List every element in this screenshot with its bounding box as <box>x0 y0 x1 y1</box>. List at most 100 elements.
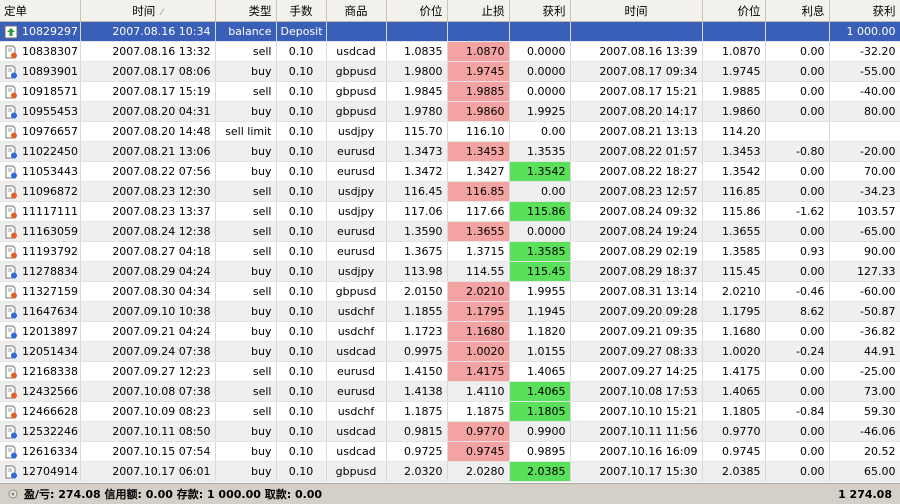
cell-close-time: 2007.10.10 15:21 <box>570 401 703 422</box>
cell-close-time: 2007.09.27 08:33 <box>570 341 703 362</box>
cell-swap: 0.00 <box>765 61 830 82</box>
cell-symbol: usdchf <box>326 401 387 422</box>
cell-swap: 8.62 <box>765 301 830 322</box>
table-row[interactable]: 12432566 2007.10.08 07:38 sell 0.10 eurusd 1.… <box>0 381 900 402</box>
column-header-close-time[interactable]: 时间 <box>570 0 703 22</box>
cell-symbol: usdcad <box>326 341 387 362</box>
footer-summary: 盈/亏: 274.08 信用额: 0.00 存款: 1 000.00 取款: 0… <box>24 488 323 501</box>
cell-stop-loss <box>447 21 510 42</box>
table-row[interactable]: 11327159 2007.08.30 04:34 sell 0.10 gbpusd 2.… <box>0 281 900 302</box>
cell-stop-loss: 1.9860 <box>447 101 510 122</box>
order-document-icon <box>5 125 17 138</box>
table-row[interactable]: 11163059 2007.08.24 12:38 sell 0.10 eurusd 1.… <box>0 221 900 242</box>
table-row[interactable]: 12616334 2007.10.15 07:54 buy 0.10 usdcad 0.9… <box>0 441 900 462</box>
table-row[interactable]: 10976657 2007.08.20 14:48 sell limit 0.10 us… <box>0 121 900 142</box>
cell-open-time: 2007.10.17 06:01 <box>80 461 216 482</box>
table-row[interactable]: 10829297 2007.08.16 10:34 balance Deposit 1 … <box>0 21 900 42</box>
cell-profit: 1 000.00 <box>829 21 900 42</box>
cell-symbol: gbpusd <box>326 461 387 482</box>
column-header-open-time[interactable]: 时间 ⁄ <box>80 0 216 22</box>
table-row[interactable]: 11053443 2007.08.22 07:56 buy 0.10 eurusd 1.3… <box>0 161 900 182</box>
cell-lots: 0.10 <box>276 341 327 362</box>
cell-close-time: 2007.08.24 19:24 <box>570 221 703 242</box>
table-row[interactable]: 10918571 2007.08.17 15:19 sell 0.10 gbpusd 1.… <box>0 81 900 102</box>
cell-ticket: 12013897 <box>0 321 81 342</box>
table-row[interactable]: 12013897 2007.09.21 04:24 buy 0.10 usdchf 1.1… <box>0 321 900 342</box>
table-row[interactable]: 11278834 2007.08.29 04:24 buy 0.10 usdjpy 113… <box>0 261 900 282</box>
cell-lots: 0.10 <box>276 201 327 222</box>
order-document-icon <box>5 285 17 298</box>
table-row[interactable]: 11096872 2007.08.23 12:30 sell 0.10 usdjpy 11… <box>0 181 900 202</box>
cell-swap: 0.00 <box>765 161 830 182</box>
cell-open-price: 1.9845 <box>386 81 448 102</box>
cell-close-price: 1.3453 <box>702 141 766 162</box>
column-header-symbol[interactable]: 商品 <box>326 0 387 22</box>
cell-open-price: 1.3675 <box>386 241 448 262</box>
table-row[interactable]: 11193792 2007.08.27 04:18 sell 0.10 eurusd 1.… <box>0 241 900 262</box>
ticket-number: 11327159 <box>22 285 78 298</box>
column-header-order[interactable]: 定单 <box>0 0 81 22</box>
order-document-icon <box>5 365 17 378</box>
status-circle-icon <box>8 489 18 499</box>
order-document-icon <box>5 45 17 58</box>
cell-open-price: 0.9815 <box>386 421 448 442</box>
cell-take-profit: 1.1945 <box>509 301 571 322</box>
cell-open-price: 2.0320 <box>386 461 448 482</box>
cell-stop-loss: 114.55 <box>447 261 510 282</box>
cell-swap: 0.00 <box>765 261 830 282</box>
cell-close-time: 2007.09.20 09:28 <box>570 301 703 322</box>
column-header-stop-loss[interactable]: 止损 <box>447 0 510 22</box>
table-row[interactable]: 12168338 2007.09.27 12:23 sell 0.10 eurusd 1.… <box>0 361 900 382</box>
table-row[interactable]: 11022450 2007.08.21 13:06 buy 0.10 eurusd 1.3… <box>0 141 900 162</box>
column-header-lots[interactable]: 手数 <box>276 0 327 22</box>
column-header-swap[interactable]: 利息 <box>765 0 830 22</box>
footer-total: 1 274.08 <box>838 487 892 501</box>
cell-open-time: 2007.09.10 10:38 <box>80 301 216 322</box>
table-row[interactable]: 12051434 2007.09.24 07:38 buy 0.10 usdcad 0.9… <box>0 341 900 362</box>
table-row[interactable]: 10955453 2007.08.20 04:31 buy 0.10 gbpusd 1.9… <box>0 101 900 122</box>
cell-take-profit: 0.00 <box>509 181 571 202</box>
table-row[interactable]: 12704914 2007.10.17 06:01 buy 0.10 gbpusd 2.0… <box>0 461 900 482</box>
cell-profit: -25.00 <box>829 361 900 382</box>
column-header-open-price[interactable]: 价位 <box>386 0 448 22</box>
cell-ticket: 12616334 <box>0 441 81 462</box>
table-row[interactable]: 12532246 2007.10.11 08:50 buy 0.10 usdcad 0.9… <box>0 421 900 442</box>
cell-close-price: 114.20 <box>702 121 766 142</box>
cell-open-price: 1.3590 <box>386 221 448 242</box>
table-row[interactable]: 10893901 2007.08.17 08:06 buy 0.10 gbpusd 1.9… <box>0 61 900 82</box>
table-row[interactable]: 12466628 2007.10.09 08:23 sell 0.10 usdchf 1.… <box>0 401 900 422</box>
cell-type: buy <box>215 421 277 442</box>
cell-ticket: 11647634 <box>0 301 81 322</box>
cell-open-time: 2007.09.24 07:38 <box>80 341 216 362</box>
cell-symbol: usdcad <box>326 41 387 62</box>
cell-type: sell <box>215 381 277 402</box>
cell-lots: 0.10 <box>276 461 327 482</box>
cell-stop-loss: 1.4175 <box>447 361 510 382</box>
table-row[interactable]: 11117111 2007.08.23 13:37 sell 0.10 usdjpy 11… <box>0 201 900 222</box>
cell-open-time: 2007.10.08 07:38 <box>80 381 216 402</box>
cell-lots: 0.10 <box>276 101 327 122</box>
column-header-type[interactable]: 类型 <box>215 0 277 22</box>
column-header-profit[interactable]: 获利 <box>829 0 900 22</box>
cell-stop-loss: 1.0020 <box>447 341 510 362</box>
cell-close-time: 2007.08.29 02:19 <box>570 241 703 262</box>
cell-lots: 0.10 <box>276 81 327 102</box>
cell-open-time: 2007.10.15 07:54 <box>80 441 216 462</box>
cell-profit: -36.82 <box>829 321 900 342</box>
cell-ticket: 11327159 <box>0 281 81 302</box>
cell-take-profit: 1.0155 <box>509 341 571 362</box>
cell-type: buy <box>215 141 277 162</box>
column-header-take-profit[interactable]: 获利 <box>509 0 571 22</box>
cell-lots: 0.10 <box>276 241 327 262</box>
cell-open-price: 1.4138 <box>386 381 448 402</box>
column-header-close-price[interactable]: 价位 <box>702 0 766 22</box>
cell-open-time: 2007.10.09 08:23 <box>80 401 216 422</box>
table-row[interactable]: 11647634 2007.09.10 10:38 buy 0.10 usdchf 1.1… <box>0 301 900 322</box>
cell-symbol: gbpusd <box>326 61 387 82</box>
cell-close-time: 2007.08.22 01:57 <box>570 141 703 162</box>
table-row[interactable]: 10838307 2007.08.16 13:32 sell 0.10 usdcad 1.… <box>0 41 900 62</box>
cell-stop-loss: 2.0210 <box>447 281 510 302</box>
cell-type: sell <box>215 181 277 202</box>
cell-ticket: 10918571 <box>0 81 81 102</box>
ticket-number: 11117111 <box>22 205 78 218</box>
